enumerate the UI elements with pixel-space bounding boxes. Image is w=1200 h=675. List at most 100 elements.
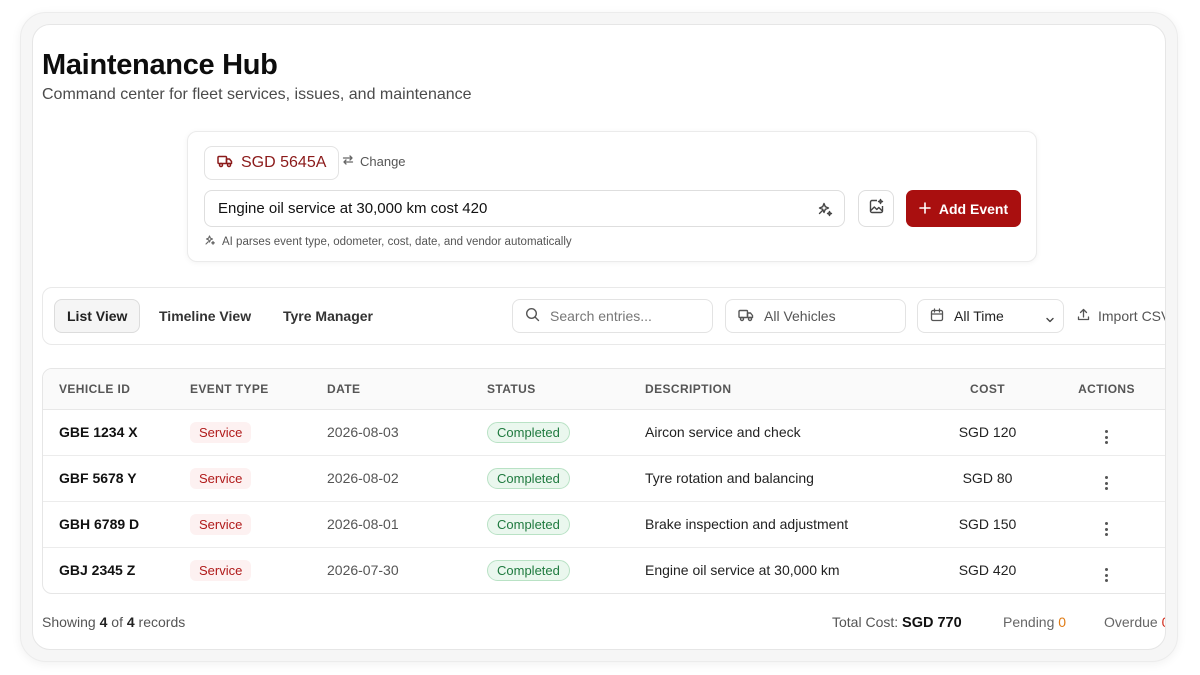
search-icon <box>525 307 540 325</box>
page-title: Maintenance Hub <box>42 49 278 81</box>
vehicle-id-cell: GBH 6789 D <box>43 501 190 548</box>
cost-cell: SGD 120 <box>945 409 1030 456</box>
event-type-badge: Service <box>190 513 252 535</box>
ai-hint-text: AI parses event type, odometer, cost, da… <box>222 235 572 248</box>
time-filter[interactable]: All Time <box>917 299 1064 333</box>
event-input[interactable] <box>205 191 795 226</box>
description-cell: Tyre rotation and balancing <box>645 455 945 502</box>
description-cell: Engine oil service at 30,000 km <box>645 562 840 579</box>
event-type-badge: Service <box>190 421 252 443</box>
search-placeholder: Search entries... <box>550 308 652 324</box>
vehicle-id-cell: GBF 5678 Y <box>43 455 190 502</box>
vehicle-id-cell: GBJ 2345 Z <box>59 562 136 579</box>
column-header-actions: ACTIONS <box>1030 369 1165 410</box>
kebab-icon[interactable] <box>1105 522 1108 536</box>
of-label: of <box>111 614 123 630</box>
add-event-label: Add Event <box>938 200 1009 217</box>
actions-cell <box>1030 455 1165 502</box>
sparkles-icon[interactable] <box>816 200 834 218</box>
event-input-wrapper <box>204 190 845 227</box>
status-badge: Completed <box>487 467 570 489</box>
cost-cell: SGD 420 <box>958 562 1017 579</box>
description-cell: Brake inspection and adjustment <box>645 501 945 548</box>
time-filter-label: All Time <box>954 308 1004 324</box>
event-type-badge: Service <box>190 559 252 581</box>
event-type-cell: Service <box>190 547 327 593</box>
status-cell: Completed <box>487 409 645 456</box>
table-row[interactable]: GBJ 2345 Z Service 2026-07-30 Completed … <box>43 547 1165 593</box>
pending-summary: Pending 0 <box>1003 614 1066 630</box>
records-summary: Showing 4 of 4 records <box>42 614 185 630</box>
status-badge: Completed <box>487 513 570 535</box>
calendar-icon <box>930 307 944 325</box>
tab-timeline-view[interactable]: Timeline View <box>159 299 251 333</box>
status-badge: Completed <box>487 421 570 443</box>
truck-icon <box>217 154 233 173</box>
column-header-status[interactable]: STATUS <box>487 369 645 410</box>
vehicle-chip[interactable]: SGD 5645A <box>204 146 340 180</box>
vehicle-id-cell: GBE 1234 X <box>43 409 190 456</box>
plus-icon <box>919 201 931 217</box>
date-cell: 2026-08-03 <box>327 409 487 456</box>
table-header-row: VEHICLE ID EVENT TYPE DATE STATUS DESCRI… <box>43 369 1165 410</box>
add-event-button[interactable]: Add Event <box>906 190 1021 227</box>
change-vehicle-link[interactable]: Change <box>342 154 406 169</box>
ai-hint: AI parses event type, odometer, cost, da… <box>204 234 572 249</box>
column-header-vehicle-id[interactable]: VEHICLE ID <box>43 369 190 410</box>
overdue-count: 0 <box>1162 614 1165 630</box>
tab-tyre-manager[interactable]: Tyre Manager <box>283 299 373 333</box>
actions-cell <box>1030 409 1165 456</box>
overdue-summary: Overdue 0 <box>1104 614 1165 630</box>
date-cell: 2026-08-02 <box>327 455 487 502</box>
pending-count: 0 <box>1058 614 1067 630</box>
total-cost-summary: Total Cost: SGD 770 <box>832 614 962 631</box>
upload-icon <box>1077 308 1090 324</box>
actions-cell <box>1030 501 1165 548</box>
column-header-date[interactable]: DATE <box>327 369 487 410</box>
status-badge: Completed <box>487 559 570 581</box>
total-cost-label: Total Cost: <box>832 614 899 630</box>
truck-icon <box>738 308 754 325</box>
tab-list-view[interactable]: List View <box>54 299 141 333</box>
total-records-count: 4 <box>126 614 135 630</box>
page-subtitle: Command center for fleet services, issue… <box>42 86 472 103</box>
cost-cell: SGD 80 <box>945 455 1030 502</box>
maintenance-table: VEHICLE ID EVENT TYPE DATE STATUS DESCRI… <box>42 368 1165 594</box>
import-csv-button[interactable]: Import CSV <box>1077 299 1166 333</box>
change-vehicle-label: Change <box>360 154 406 169</box>
vehicle-filter-label: All Vehicles <box>764 308 836 324</box>
status-cell: Completed <box>487 455 645 502</box>
table-row[interactable]: GBH 6789 D Service 2026-08-01 Completed … <box>43 501 1165 548</box>
vehicle-filter[interactable]: All Vehicles <box>725 299 906 333</box>
table-row[interactable]: GBF 5678 Y Service 2026-08-02 Completed … <box>43 455 1165 502</box>
date-cell: 2026-07-30 <box>327 562 399 579</box>
import-csv-label: Import CSV <box>1098 308 1166 324</box>
event-type-cell: Service <box>190 409 327 456</box>
kebab-icon[interactable] <box>1105 430 1108 444</box>
actions-cell <box>1030 547 1165 593</box>
image-sparkle-icon <box>868 198 885 220</box>
sparkles-icon <box>204 234 216 249</box>
column-header-event-type[interactable]: EVENT TYPE <box>190 369 327 410</box>
column-header-description[interactable]: DESCRIPTION <box>645 369 945 410</box>
search-input[interactable]: Search entries... <box>512 299 713 333</box>
event-type-cell: Service <box>190 455 327 502</box>
event-type-cell: Service <box>190 501 327 548</box>
status-cell: Completed <box>487 547 645 593</box>
app-panel: Maintenance Hub Command center for fleet… <box>32 24 1166 650</box>
table-row[interactable]: GBE 1234 X Service 2026-08-03 Completed … <box>43 409 1165 456</box>
records-label: records <box>138 614 186 630</box>
view-toolbar: List View Timeline View Tyre Manager Sea… <box>42 287 1166 345</box>
swap-icon <box>342 154 354 169</box>
image-parse-button[interactable] <box>858 190 894 227</box>
date-cell: 2026-08-01 <box>327 501 487 548</box>
cost-cell: SGD 150 <box>945 501 1030 548</box>
chevron-down-icon <box>1045 312 1055 328</box>
event-composer: SGD 5645A Change Engine oil service at 3… <box>187 131 1037 262</box>
column-header-cost[interactable]: COST <box>945 369 1030 410</box>
total-cost-value: SGD 770 <box>902 615 962 631</box>
overdue-label: Overdue <box>1104 614 1158 630</box>
kebab-icon[interactable] <box>1105 568 1108 583</box>
description-cell: Aircon service and check <box>645 409 945 456</box>
kebab-icon[interactable] <box>1105 476 1108 490</box>
